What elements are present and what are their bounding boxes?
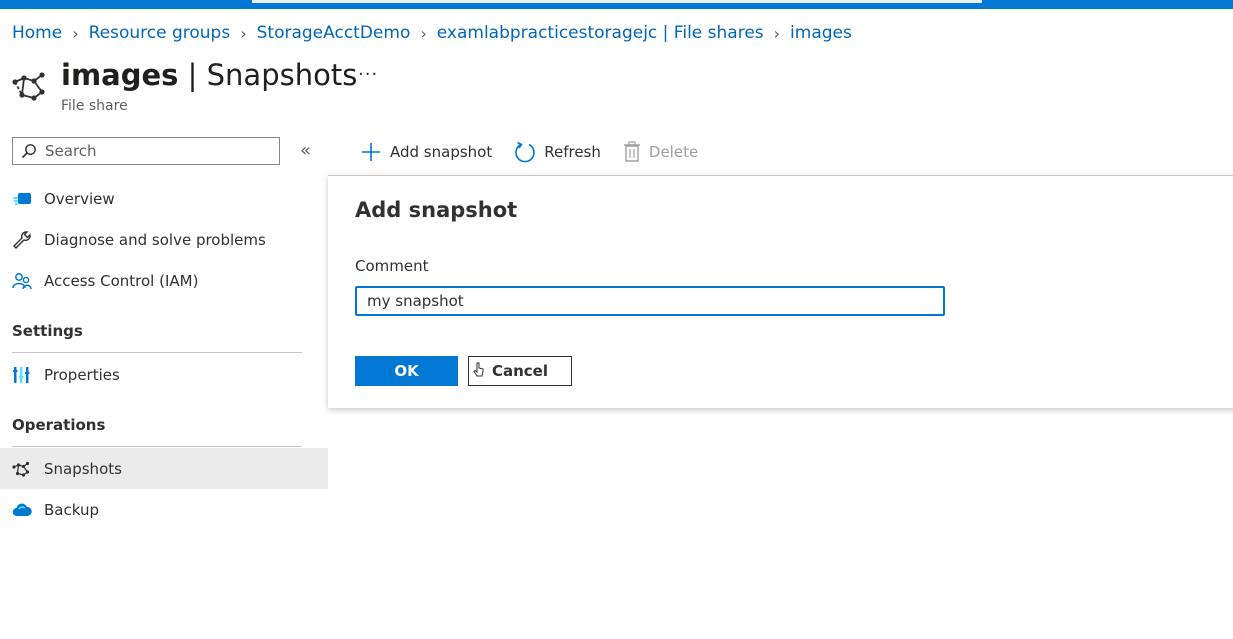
dialog-title: Add snapshot bbox=[355, 198, 518, 222]
section-divider bbox=[12, 352, 302, 353]
delete-label: Delete bbox=[648, 143, 699, 161]
sidebar-item-label: Overview bbox=[44, 189, 115, 208]
people-icon bbox=[12, 271, 32, 291]
sidebar-item-access-control[interactable]: Access Control (IAM) bbox=[0, 260, 328, 301]
sidebar-item-snapshots[interactable]: Snapshots bbox=[0, 448, 328, 489]
page-title-resource: images bbox=[61, 58, 179, 92]
chevron-right-icon: › bbox=[420, 23, 427, 43]
refresh-icon bbox=[515, 141, 536, 163]
refresh-label: Refresh bbox=[544, 143, 601, 161]
collapse-sidebar-button[interactable]: « bbox=[300, 140, 311, 161]
page-subtitle: File share bbox=[61, 98, 128, 114]
backup-cloud-icon bbox=[12, 500, 32, 520]
sidebar-item-label: Properties bbox=[44, 365, 120, 384]
search-input[interactable] bbox=[43, 141, 267, 161]
sidebar-item-properties[interactable]: Properties bbox=[0, 354, 328, 395]
section-operations: Operations bbox=[12, 416, 106, 434]
command-bar: Add snapshot Refresh Delete bbox=[360, 138, 720, 166]
chevron-right-icon: › bbox=[240, 23, 247, 43]
comment-input[interactable] bbox=[355, 286, 945, 316]
section-settings: Settings bbox=[12, 322, 83, 340]
sidebar-item-label: Snapshots bbox=[44, 459, 122, 478]
page-title-separator: | bbox=[178, 58, 207, 92]
add-snapshot-label: Add snapshot bbox=[390, 143, 493, 161]
sidebar-item-label: Diagnose and solve problems bbox=[44, 230, 266, 249]
page-title-page: Snapshots bbox=[206, 58, 358, 92]
breadcrumb-storage-acct-demo[interactable]: StorageAcctDemo bbox=[257, 23, 411, 43]
more-options-button[interactable]: ··· bbox=[358, 64, 378, 85]
sidebar-search bbox=[12, 137, 280, 165]
add-snapshot-dialog: Add snapshot Comment OK Cancel bbox=[328, 175, 1233, 408]
ok-button[interactable]: OK bbox=[355, 356, 458, 386]
plus-icon bbox=[362, 143, 380, 161]
sidebar-item-overview[interactable]: Overview bbox=[0, 178, 328, 219]
wrench-icon bbox=[12, 230, 32, 250]
breadcrumb-file-shares[interactable]: examlabpracticestoragejc | File shares bbox=[437, 23, 764, 43]
breadcrumb-images[interactable]: images bbox=[790, 23, 852, 43]
hand-cursor-icon bbox=[473, 362, 484, 377]
delete-button[interactable]: Delete bbox=[623, 141, 698, 163]
comment-label: Comment bbox=[355, 257, 429, 275]
chevron-right-icon: › bbox=[72, 23, 79, 43]
breadcrumb: Home › Resource groups › StorageAcctDemo… bbox=[12, 22, 852, 44]
trash-icon bbox=[623, 141, 640, 162]
breadcrumb-home[interactable]: Home bbox=[12, 23, 62, 43]
properties-icon bbox=[12, 365, 32, 385]
refresh-button[interactable]: Refresh bbox=[514, 141, 601, 163]
snapshots-icon bbox=[12, 72, 45, 101]
search-icon bbox=[21, 144, 36, 159]
sidebar-item-backup[interactable]: Backup bbox=[0, 489, 328, 530]
overview-icon bbox=[12, 189, 32, 209]
sidebar-item-label: Access Control (IAM) bbox=[44, 271, 199, 290]
top-bar bbox=[0, 0, 1233, 9]
sidebar-item-diagnose[interactable]: Diagnose and solve problems bbox=[0, 219, 328, 260]
snapshots-icon bbox=[12, 459, 32, 479]
chevron-right-icon: › bbox=[773, 23, 781, 43]
page-title: images | Snapshots bbox=[61, 58, 357, 92]
section-divider bbox=[12, 446, 302, 447]
add-snapshot-button[interactable]: Add snapshot bbox=[360, 141, 492, 163]
breadcrumb-resource-groups[interactable]: Resource groups bbox=[89, 23, 231, 43]
sidebar-item-label: Backup bbox=[44, 500, 99, 519]
